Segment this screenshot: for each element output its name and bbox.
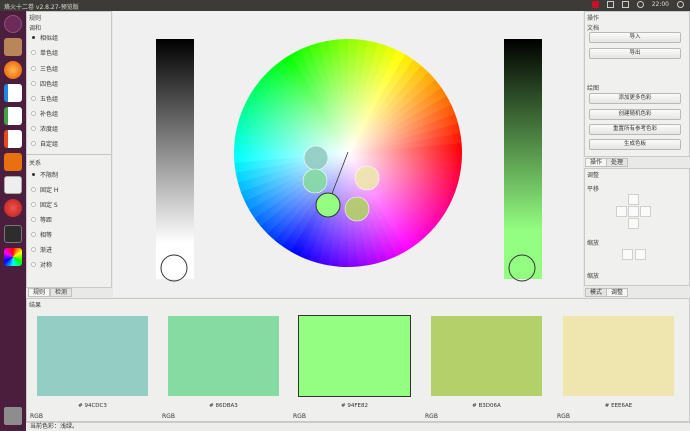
reset-colors-button[interactable]: 重置所有参考色彩 [589, 124, 681, 135]
launcher [0, 11, 26, 431]
draw-label: 绘图 [587, 85, 600, 92]
random-colors-button[interactable]: 创建随机色彩 [589, 109, 681, 120]
result-model-3: RGB [293, 413, 306, 420]
color-node-3[interactable] [315, 192, 341, 218]
divider [27, 154, 111, 155]
status-bar: 当前色彩：浅绿。 [26, 422, 690, 431]
system-top-bar: 烙火十二卷 v2.8.27-预览版 22:00 [0, 0, 690, 11]
operations-title: 操作 [587, 15, 600, 22]
result-swatch-2[interactable] [168, 316, 279, 396]
color-app-icon[interactable] [4, 248, 22, 266]
writer-icon[interactable] [4, 84, 22, 102]
network-icon[interactable] [591, 1, 599, 8]
terminal-icon[interactable] [4, 225, 22, 243]
export-button[interactable]: 导出 [589, 48, 681, 59]
rules-panel-title: 规则 [29, 15, 42, 22]
result-hex-2: # 86DBA3 [209, 403, 238, 409]
saturation-bar[interactable] [504, 39, 542, 279]
color-node-2[interactable] [302, 168, 328, 194]
result-model-4: RGB [425, 413, 438, 420]
result-model-1: RGB [30, 413, 43, 420]
impress-icon[interactable] [4, 130, 22, 148]
software-center-icon[interactable] [4, 153, 22, 171]
harmony-option-pentad[interactable]: 五色组 [31, 94, 58, 103]
result-swatch-3[interactable] [298, 315, 411, 397]
pan-label: 平移 [587, 186, 600, 193]
zoom-label: 缩放 [587, 240, 600, 247]
pan-left-button[interactable] [616, 206, 627, 217]
trash-icon[interactable] [4, 407, 22, 425]
import-button[interactable]: 导入 [589, 32, 681, 43]
color-node-5[interactable] [354, 165, 380, 191]
relation-option-symmetric[interactable]: 对称 [31, 260, 52, 269]
bluetooth-icon[interactable] [606, 1, 614, 8]
result-hex-4: # B3D06A [472, 403, 501, 409]
relation-option-equal[interactable]: 相等 [31, 230, 52, 239]
settings-icon[interactable] [4, 199, 22, 217]
harmony-option-shade[interactable]: 浓度组 [31, 124, 58, 133]
pan-right-button[interactable] [640, 206, 651, 217]
harmony-option-triad[interactable]: 三色组 [31, 64, 58, 73]
add-more-colors-button[interactable]: 添加更多色彩 [589, 93, 681, 104]
relation-option-fixed-h[interactable]: 固定 H [31, 185, 58, 194]
battery-icon[interactable] [621, 1, 629, 8]
lightness-bar[interactable] [156, 39, 194, 279]
harmony-option-complement[interactable]: 补色组 [31, 109, 58, 118]
relation-label: 关系 [29, 160, 42, 167]
tab-rules[interactable]: 规则 [28, 288, 51, 297]
results-title: 结果 [29, 302, 42, 309]
tab-adjust[interactable]: 调整 [606, 288, 629, 297]
relation-option-unlimited[interactable]: 不限制 [31, 170, 58, 179]
harmony-label: 调和 [29, 25, 42, 32]
result-swatch-5[interactable] [563, 316, 674, 396]
result-hex-1: # 94CDC3 [78, 403, 107, 409]
tab-process[interactable]: 处理 [606, 158, 629, 167]
harmony-option-monochrome[interactable]: 单色组 [31, 48, 58, 57]
color-node-4[interactable] [344, 196, 370, 222]
volume-icon[interactable] [636, 1, 644, 8]
pan-center-button[interactable] [628, 206, 639, 217]
result-hex-5: # EEE6AE [604, 403, 633, 409]
color-wheel-svg[interactable] [113, 11, 583, 297]
harmony-option-tetrad[interactable]: 四色组 [31, 79, 58, 88]
adjust-title: 调整 [587, 172, 600, 179]
result-hex-3: # 94FE82 [341, 403, 368, 409]
calc-icon[interactable] [4, 107, 22, 125]
harmony-option-custom[interactable]: 自定组 [31, 139, 58, 148]
wheel-zoom-label: 缩放 [587, 273, 600, 280]
clock[interactable]: 22:00 [652, 1, 669, 8]
relation-option-fixed-s[interactable]: 固定 S [31, 200, 58, 209]
result-swatch-4[interactable] [431, 316, 542, 396]
zoom-in-button[interactable] [635, 249, 646, 260]
amazon-icon[interactable] [4, 176, 22, 194]
result-model-5: RGB [557, 413, 570, 420]
harmony-option-analogous[interactable]: 相似组 [31, 33, 58, 42]
tab-mode[interactable]: 模式 [585, 288, 608, 297]
file-label: 文档 [587, 25, 600, 32]
system-tray: 22:00 [591, 1, 684, 8]
pan-down-button[interactable] [628, 218, 639, 229]
firefox-icon[interactable] [4, 61, 22, 79]
color-canvas [113, 11, 583, 297]
zoom-out-button[interactable] [622, 249, 633, 260]
power-icon[interactable] [677, 1, 684, 8]
tab-operations[interactable]: 操作 [585, 158, 608, 167]
relation-option-progressive[interactable]: 渐进 [31, 245, 52, 254]
relation-option-equidistant[interactable]: 等距 [31, 215, 52, 224]
rules-panel: 规则 调和 相似组 单色组 三色组 四色组 五色组 补色组 浓度组 自定组 关系… [26, 11, 112, 288]
result-swatch-1[interactable] [37, 316, 148, 396]
result-model-2: RGB [162, 413, 175, 420]
dash-icon[interactable] [4, 15, 22, 33]
pan-up-button[interactable] [628, 194, 639, 205]
color-node-1[interactable] [303, 145, 329, 171]
generate-palette-button[interactable]: 生成色板 [589, 139, 681, 150]
tab-check[interactable]: 检测 [50, 288, 73, 297]
files-icon[interactable] [4, 38, 22, 56]
window-title: 烙火十二卷 v2.8.27-预览版 [4, 4, 79, 11]
